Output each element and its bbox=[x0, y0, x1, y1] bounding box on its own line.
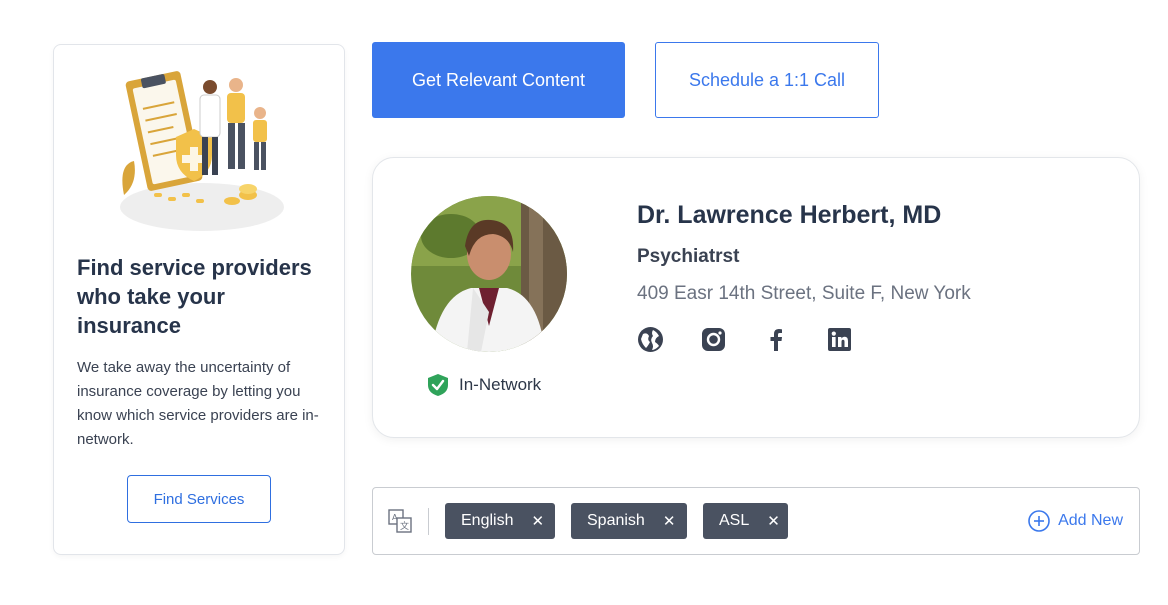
chip-label: Spanish bbox=[587, 512, 645, 529]
instagram-icon[interactable] bbox=[700, 326, 727, 353]
plus-circle-icon bbox=[1028, 510, 1050, 532]
card-description: We take away the uncertainty of insuranc… bbox=[77, 359, 319, 448]
remove-spanish-icon[interactable]: ✕ bbox=[663, 512, 676, 530]
language-chip-english: English ✕ bbox=[445, 503, 555, 539]
provider-name: Dr. Lawrence Herbert, MD bbox=[637, 201, 942, 229]
svg-text:文: 文 bbox=[400, 520, 409, 532]
language-chip-spanish: Spanish ✕ bbox=[571, 503, 687, 539]
remove-asl-icon[interactable]: ✕ bbox=[767, 512, 780, 530]
facebook-icon[interactable] bbox=[763, 326, 790, 353]
card-title: Find service providers who take your ins… bbox=[77, 255, 312, 338]
chip-label: English bbox=[461, 512, 514, 529]
globe-icon[interactable] bbox=[637, 326, 664, 353]
language-chip-asl: ASL ✕ bbox=[703, 503, 788, 539]
schedule-call-button[interactable]: Schedule a 1:1 Call bbox=[655, 42, 879, 118]
provider-card: In-Network Dr. Lawrence Herbert, MD Psyc… bbox=[372, 157, 1140, 438]
network-status: In-Network bbox=[427, 373, 541, 397]
get-relevant-content-button[interactable]: Get Relevant Content bbox=[372, 42, 625, 118]
add-language-label: Add New bbox=[1058, 512, 1123, 529]
provider-avatar bbox=[411, 196, 567, 352]
remove-english-icon[interactable]: ✕ bbox=[531, 512, 544, 530]
shield-check-icon bbox=[428, 374, 448, 396]
network-status-label: In-Network bbox=[459, 375, 542, 394]
insurance-illustration bbox=[120, 71, 284, 231]
chip-label: ASL bbox=[719, 512, 750, 529]
svg-text:A: A bbox=[392, 513, 398, 522]
find-services-button[interactable]: Find Services bbox=[127, 475, 271, 523]
insurance-card: Find service providers who take your ins… bbox=[53, 44, 345, 555]
provider-address: 409 Easr 14th Street, Suite F, New York bbox=[637, 283, 971, 304]
linkedin-icon[interactable] bbox=[826, 326, 853, 353]
provider-specialty: Psychiatrst bbox=[637, 246, 740, 267]
add-language-button[interactable]: Add New bbox=[1028, 510, 1123, 532]
languages-bar: A 文 English ✕ Spanish ✕ ASL ✕ Add New bbox=[372, 487, 1140, 555]
divider bbox=[428, 508, 429, 535]
translate-icon: A 文 bbox=[388, 509, 412, 533]
social-links bbox=[637, 326, 853, 353]
